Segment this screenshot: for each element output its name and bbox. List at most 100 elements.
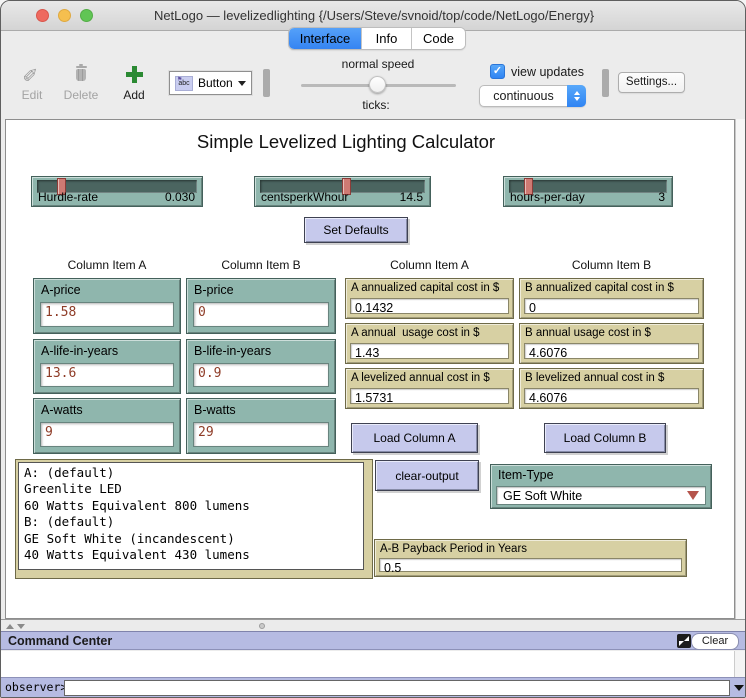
clear-button[interactable]: Clear — [691, 633, 739, 650]
slider-name: centsperkWhour — [261, 190, 348, 204]
monitors-column-a-header: Column Item A — [345, 258, 514, 272]
expand-icon[interactable] — [677, 634, 691, 648]
inputs-column-a-header: Column Item A — [33, 258, 181, 272]
edit-button-label: Edit — [22, 88, 43, 102]
monitor-payback-period: A-B Payback Period in Years 0.5 — [374, 539, 687, 577]
input-field[interactable]: 9 — [40, 422, 174, 447]
slider-name: Hurdle-rate — [38, 190, 98, 204]
monitor-value: 1.43 — [350, 343, 509, 359]
input-label: B-watts — [194, 403, 236, 417]
vertical-scrollbar-track[interactable] — [735, 119, 746, 619]
monitor-a-annualized-capital-cost: A annualized capital cost in $ 0.1432 — [345, 278, 514, 319]
input-label: A-life-in-years — [41, 344, 118, 358]
speed-slider-label: normal speed — [308, 57, 448, 71]
command-input[interactable] — [64, 680, 730, 696]
widget-type-dropdown[interactable]: ⚑abc Button — [169, 71, 252, 95]
input-a-watts: A-watts 9 — [33, 398, 181, 454]
toolbar-separator — [602, 69, 609, 97]
item-type-chooser: Item-Type GE Soft White — [490, 464, 712, 509]
plus-icon — [126, 66, 143, 83]
monitor-value: 0 — [524, 298, 699, 314]
monitor-value: 1.5731 — [350, 388, 509, 404]
toolbar-separator — [263, 69, 270, 97]
slider-value: 14.5 — [400, 190, 423, 204]
command-center-log — [1, 651, 746, 677]
edit-button[interactable]: ✎ Edit — [14, 61, 50, 102]
set-defaults-button[interactable]: Set Defaults — [304, 217, 408, 243]
minimize-window-button[interactable] — [58, 9, 71, 22]
log-scrollbar-track[interactable] — [734, 651, 746, 677]
command-input-row: observer> — [1, 677, 746, 697]
main-tabs: Interface Info Code — [288, 27, 466, 50]
command-center-header: Command Center Clear — [1, 631, 746, 650]
zoom-window-button[interactable] — [80, 9, 93, 22]
monitor-label: B annual usage cost in $ — [525, 327, 651, 339]
monitor-value: 4.6076 — [524, 343, 699, 359]
splitter-up-arrow-icon[interactable] — [6, 624, 14, 629]
input-label: B-life-in-years — [194, 344, 271, 358]
observer-prompt: observer> — [5, 678, 67, 698]
tab-code[interactable]: Code — [412, 28, 465, 49]
button-widget-icon: ⚑abc — [175, 76, 193, 91]
update-mode-value: continuous — [480, 89, 567, 103]
settings-button[interactable]: Settings... — [618, 72, 685, 93]
monitor-value: 0.1432 — [350, 298, 509, 314]
splitter-grip-icon[interactable] — [259, 623, 265, 629]
view-updates-checkbox[interactable]: ✓ — [490, 64, 505, 79]
slider-hurdle-rate: Hurdle-rate 0.030 — [31, 176, 203, 207]
slider-centsperkwhour: centsperkWhour 14.5 — [254, 176, 431, 207]
item-type-select[interactable]: GE Soft White — [496, 486, 706, 505]
input-field[interactable]: 29 — [193, 422, 329, 447]
output-text: A: (default) Greenlite LED 60 Watts Equi… — [18, 462, 364, 570]
widget-type-value: Button — [193, 76, 238, 90]
input-field[interactable]: 1.58 — [40, 302, 174, 327]
close-window-button[interactable] — [36, 9, 49, 22]
monitor-b-levelized-annual-cost: B levelized annual cost in $ 4.6076 — [519, 368, 704, 409]
splitter-down-arrow-icon[interactable] — [17, 624, 25, 629]
input-label: A-watts — [41, 403, 83, 417]
slider-hours-per-day: hours-per-day 3 — [503, 176, 673, 207]
monitor-a-levelized-annual-cost: A levelized annual cost in $ 1.5731 — [345, 368, 514, 409]
monitor-b-annual-usage-cost: B annual usage cost in $ 4.6076 — [519, 323, 704, 364]
monitor-value: 0.5 — [379, 558, 682, 572]
monitor-label: B levelized annual cost in $ — [525, 372, 664, 384]
input-a-price: A-price 1.58 — [33, 278, 181, 334]
netlogo-window: NetLogo — levelizedlighting {/Users/Stev… — [0, 0, 746, 698]
tab-info[interactable]: Info — [362, 28, 412, 49]
tab-interface[interactable]: Interface — [289, 28, 362, 49]
slider-name: hours-per-day — [510, 190, 585, 204]
model-title: Simple Levelized Lighting Calculator — [96, 131, 596, 153]
input-field[interactable]: 0.9 — [193, 363, 329, 387]
history-dropdown-icon[interactable] — [734, 685, 744, 691]
monitor-label: A levelized annual cost in $ — [351, 372, 490, 384]
stepper-arrows-icon — [567, 85, 586, 107]
input-label: B-price — [194, 283, 234, 297]
load-column-b-button[interactable]: Load Column B — [544, 423, 666, 453]
add-button[interactable]: Add — [116, 61, 152, 102]
dropdown-arrow-icon — [687, 491, 699, 500]
load-column-a-button[interactable]: Load Column A — [351, 423, 478, 453]
chooser-label: Item-Type — [498, 468, 554, 482]
slider-value: 0.030 — [165, 190, 195, 204]
speed-slider-thumb[interactable] — [369, 76, 386, 93]
command-center-splitter[interactable] — [1, 619, 746, 631]
add-button-label: Add — [123, 88, 144, 102]
chooser-value: GE Soft White — [503, 489, 582, 503]
update-mode-dropdown[interactable]: continuous — [479, 85, 586, 107]
clear-output-button[interactable]: clear-output — [375, 460, 479, 491]
inputs-column-b-header: Column Item B — [186, 258, 336, 272]
monitor-label: A-B Payback Period in Years — [380, 543, 527, 555]
delete-button-label: Delete — [64, 88, 99, 102]
monitor-label: B annualized capital cost in $ — [525, 282, 674, 294]
input-field[interactable]: 0 — [193, 302, 329, 327]
monitor-b-annualized-capital-cost: B annualized capital cost in $ 0 — [519, 278, 704, 319]
input-b-watts: B-watts 29 — [186, 398, 336, 454]
pencil-icon: ✎ — [22, 66, 41, 82]
delete-button[interactable]: Delete — [59, 61, 103, 102]
monitor-value: 4.6076 — [524, 388, 699, 404]
input-label: A-price — [41, 283, 81, 297]
input-field[interactable]: 13.6 — [40, 363, 174, 387]
input-b-life-in-years: B-life-in-years 0.9 — [186, 339, 336, 394]
ticks-label: ticks: — [331, 98, 421, 112]
view-updates-label: view updates — [511, 65, 584, 79]
